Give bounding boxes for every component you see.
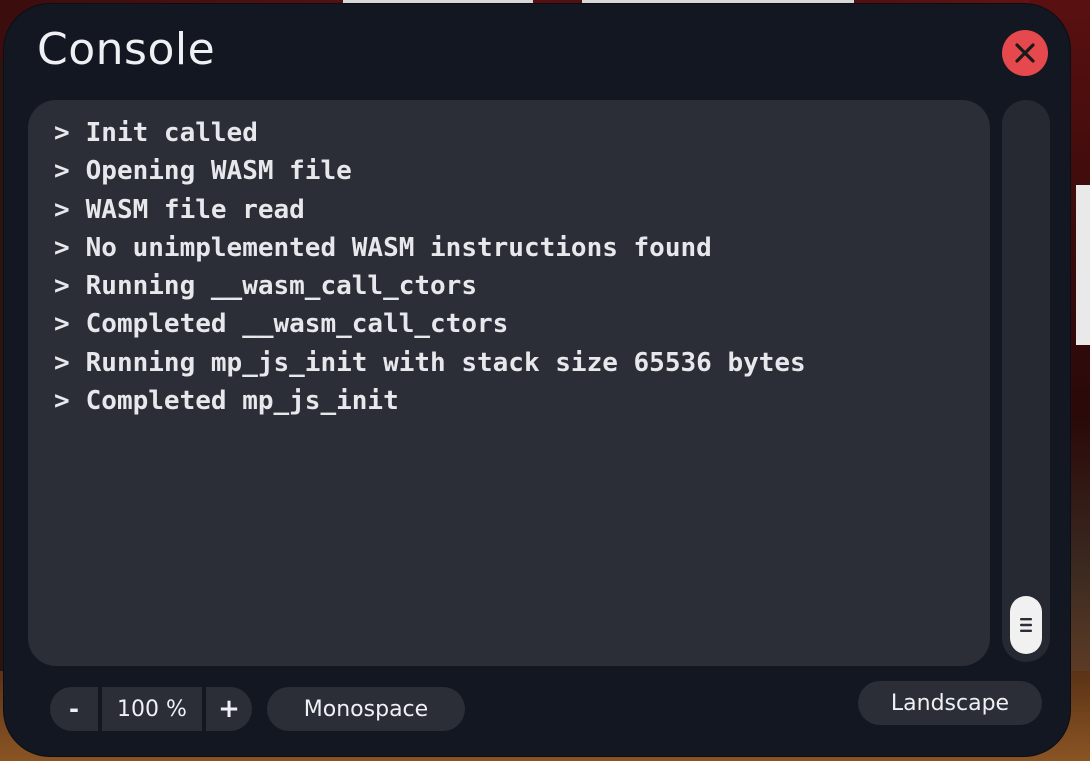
console-window: Console > Init called > Opening WASM file > W… [4, 4, 1070, 756]
font-toggle-button[interactable]: Monospace [267, 687, 465, 731]
zoom-level: 100 % [102, 687, 202, 731]
log-line: > Init called [54, 114, 806, 152]
log-prompt: > [54, 309, 70, 340]
log-line: > No unimplemented WASM instructions foun… [54, 229, 806, 267]
log-line: > Opening WASM file [54, 152, 806, 190]
console-output[interactable]: > Init called > Opening WASM file > WASM file… [28, 100, 990, 666]
log-prompt: > [54, 271, 70, 302]
log-text: No unimplemented WASM instructions found [85, 232, 712, 263]
log-prompt: > [54, 194, 70, 225]
log-line: > Running __wasm_call_ctors [54, 267, 806, 305]
scrollbar-thumb[interactable] [1010, 596, 1042, 654]
log-prompt: > [54, 232, 70, 263]
log-text: Running __wasm_call_ctors [85, 271, 477, 302]
zoom-out-button[interactable]: - [50, 687, 98, 731]
log-prompt: > [54, 118, 70, 148]
close-button[interactable] [1002, 30, 1048, 76]
log-prompt: > [54, 156, 70, 187]
log-line: > Completed mp_js_init [54, 382, 806, 420]
close-icon [1015, 43, 1035, 63]
layout-toggle-button[interactable]: Landscape [858, 681, 1042, 725]
background-card [1076, 185, 1090, 345]
log-prompt: > [54, 347, 70, 378]
log-text: Completed __wasm_call_ctors [85, 309, 509, 340]
log-line: > Completed __wasm_call_ctors [54, 305, 806, 343]
zoom-in-button[interactable]: + [206, 687, 252, 731]
log-text: Completed mp_js_init [85, 386, 399, 417]
scrollbar-track[interactable] [1002, 100, 1050, 662]
log-list: > Init called > Opening WASM file > WASM file… [54, 114, 806, 420]
grip-lines-icon [1020, 618, 1032, 632]
log-line: > WASM file read [54, 191, 806, 229]
console-title: Console [37, 24, 216, 75]
log-text: WASM file read [85, 194, 305, 225]
log-prompt: > [54, 386, 70, 417]
log-line: > Running mp_js_init with stack size 6553… [54, 344, 806, 382]
log-text: Running mp_js_init with stack size 65536… [85, 347, 806, 378]
log-text: Opening WASM file [85, 156, 352, 187]
log-text: Init called [85, 118, 258, 148]
